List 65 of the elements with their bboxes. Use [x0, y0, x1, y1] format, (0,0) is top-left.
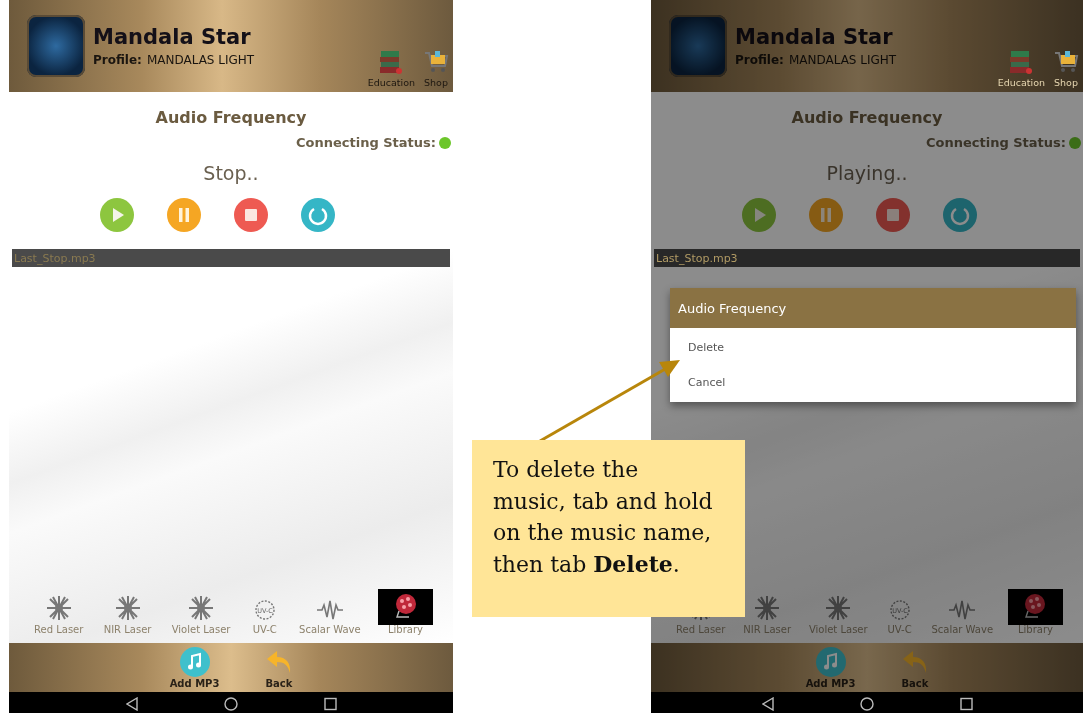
- pause-button[interactable]: [809, 198, 843, 232]
- shopping-cart-icon: [1053, 49, 1079, 75]
- profile-name: MANDALAS LIGHT: [146, 53, 255, 67]
- mode-button[interactable]: Library: [378, 589, 433, 637]
- music-note-icon: [179, 647, 210, 677]
- sound-wave-icon: [948, 599, 977, 621]
- play-button[interactable]: [742, 198, 776, 232]
- header-action-button[interactable]: Education: [367, 49, 415, 88]
- dialog-option[interactable]: Cancel: [670, 367, 744, 398]
- pause-icon: [809, 198, 843, 232]
- page-title: Audio Frequency: [791, 108, 943, 127]
- back-button[interactable]: Back: [265, 649, 293, 689]
- app-logo: [669, 15, 727, 77]
- play-icon: [100, 198, 134, 232]
- app-title: Mandala Star: [93, 25, 252, 49]
- header-action-button[interactable]: Shop: [1053, 49, 1079, 88]
- dialog-option[interactable]: Delete: [670, 332, 743, 363]
- track-row[interactable]: Last_Stop.mp3: [654, 249, 1080, 267]
- mode-button[interactable]: Violet Laser: [805, 593, 871, 637]
- instruction-tooltip: To delete the music, tab and hold on the music name, then tab Delete.: [472, 440, 745, 617]
- header-action-button[interactable]: Shop: [423, 49, 449, 88]
- mode-button[interactable]: Scalar Wave: [296, 597, 364, 637]
- recents-nav-button[interactable]: [959, 695, 973, 710]
- home-nav-button[interactable]: [859, 695, 874, 710]
- play-icon: [742, 198, 776, 232]
- play-button[interactable]: [100, 198, 134, 232]
- stop-button[interactable]: [234, 198, 268, 232]
- stop-icon: [876, 198, 910, 232]
- mode-button[interactable]: Red Laser: [31, 593, 87, 637]
- mode-button[interactable]: Violet Laser: [168, 593, 234, 637]
- dialog-title: Audio Frequency: [678, 300, 787, 316]
- player-status: Stop..: [203, 162, 259, 184]
- repeat-button[interactable]: [943, 198, 977, 232]
- music-note-icon: [815, 647, 846, 677]
- add-music-button[interactable]: Add MP3: [805, 647, 856, 689]
- connection-status-label: Connecting Status:: [925, 135, 1066, 150]
- books-icon: [379, 49, 404, 75]
- player-status: Playing..: [826, 162, 908, 184]
- add-music-button[interactable]: Add MP3: [169, 647, 220, 689]
- recents-nav-button[interactable]: [323, 695, 337, 710]
- repeat-icon: [943, 198, 977, 232]
- stop-button[interactable]: [876, 198, 910, 232]
- repeat-button[interactable]: [301, 198, 335, 232]
- pause-button[interactable]: [167, 198, 201, 232]
- sound-wave-icon: [315, 599, 344, 621]
- mode-button[interactable]: NIR Laser: [100, 593, 155, 637]
- pause-icon: [167, 198, 201, 232]
- books-icon: [1009, 49, 1034, 75]
- app-title: Mandala Star: [735, 25, 894, 49]
- home-nav-button[interactable]: [223, 695, 238, 710]
- stop-icon: [234, 198, 268, 232]
- mode-button[interactable]: Scalar Wave: [928, 597, 997, 637]
- page-title: Audio Frequency: [155, 108, 307, 127]
- connection-status-label: Connecting Status:: [295, 135, 436, 150]
- back-button[interactable]: Back: [901, 649, 929, 689]
- profile-name: MANDALAS LIGHT: [788, 53, 897, 67]
- profile-label: Profile:: [93, 53, 142, 67]
- track-row[interactable]: Last_Stop.mp3: [12, 249, 450, 267]
- header-action-button[interactable]: Education: [997, 49, 1045, 88]
- profile-label: Profile:: [735, 53, 784, 67]
- back-nav-button[interactable]: [125, 695, 138, 710]
- back-nav-button[interactable]: [761, 695, 774, 710]
- repeat-icon: [301, 198, 335, 232]
- app-logo: [27, 15, 85, 77]
- shopping-cart-icon: [423, 49, 449, 75]
